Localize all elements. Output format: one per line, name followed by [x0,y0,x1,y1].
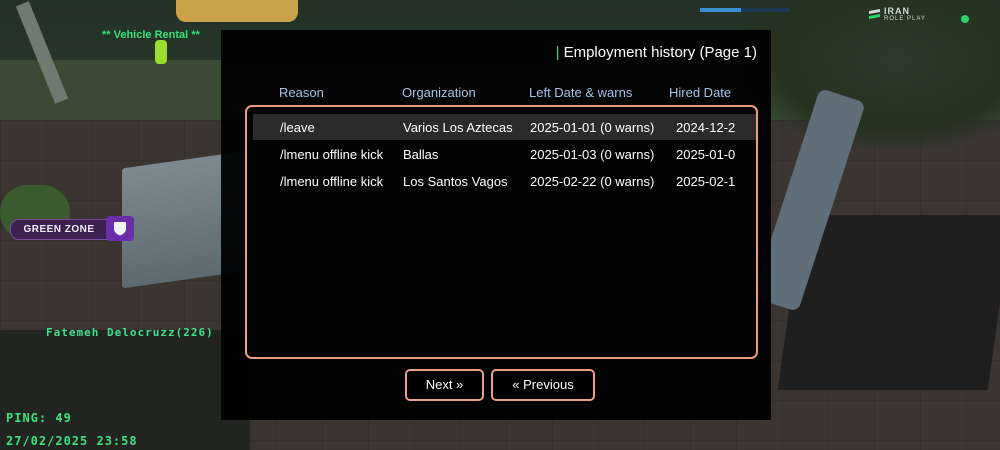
cell-hired-date: 2024-12-2 [676,120,736,135]
logo-mark-icon [869,9,880,19]
list-row[interactable]: /lmenu offline kick Ballas 2025-01-03 (0… [253,141,756,167]
dark-ground [0,330,250,450]
cell-left-date: 2025-02-22 (0 warns) [530,174,655,189]
title-accent-bar: | [555,44,560,61]
employment-list[interactable]: /leave Varios Los Aztecas 2025-01-01 (0 … [245,105,758,359]
column-header-left-date: Left Date & warns [529,85,633,100]
green-zone-indicator: GREEN ZONE [10,219,108,240]
status-progress-bar [700,8,790,12]
vehicle-rental-label: ** Vehicle Rental ** [102,29,200,41]
player-name-tag: Fatemeh Delocruzz(226) [46,326,214,339]
dialog-title-text: Employment history (Page 1) [563,44,757,61]
date-time-readout: 27/02/2025 23:58 [6,434,138,448]
column-header-reason: Reason [279,85,324,100]
cell-left-date: 2025-01-03 (0 warns) [530,147,655,162]
list-row[interactable]: /leave Varios Los Aztecas 2025-01-01 (0 … [253,114,756,140]
previous-page-button[interactable]: « Previous [491,369,595,401]
ping-readout: PING: 49 [6,411,72,425]
cell-reason: /leave [280,120,315,135]
green-zone-badge [106,216,134,241]
column-headers: Reason Organization Left Date & warns Hi… [221,85,771,103]
cell-organization: Ballas [403,147,439,162]
cell-reason: /lmenu offline kick [280,174,384,189]
shield-icon [114,222,126,236]
employment-history-dialog: | Employment history (Page 1) Reason Orga… [221,30,771,420]
status-progress-fill [700,8,741,12]
cell-hired-date: 2025-01-0 [676,147,736,162]
column-header-organization: Organization [402,85,476,100]
cell-left-date: 2025-01-01 (0 warns) [530,120,655,135]
list-row[interactable]: /lmenu offline kick Los Santos Vagos 202… [253,168,756,194]
parked-car [176,0,298,22]
logo-line1: IRAN [884,6,910,16]
dialog-title: | Employment history (Page 1) [556,44,757,61]
column-header-hired-date: Hired Date [669,85,732,100]
next-page-button[interactable]: Next » [405,369,484,401]
server-logo: IRAN ROLE PLAY [868,6,930,26]
online-status-dot [961,15,969,23]
logo-line2: ROLE PLAY [884,16,926,22]
cell-reason: /lmenu offline kick [280,147,384,162]
cell-organization: Varios Los Aztecas [403,120,513,135]
rental-marker [155,40,167,64]
cell-hired-date: 2025-02-1 [676,174,736,189]
cell-organization: Los Santos Vagos [403,174,508,189]
